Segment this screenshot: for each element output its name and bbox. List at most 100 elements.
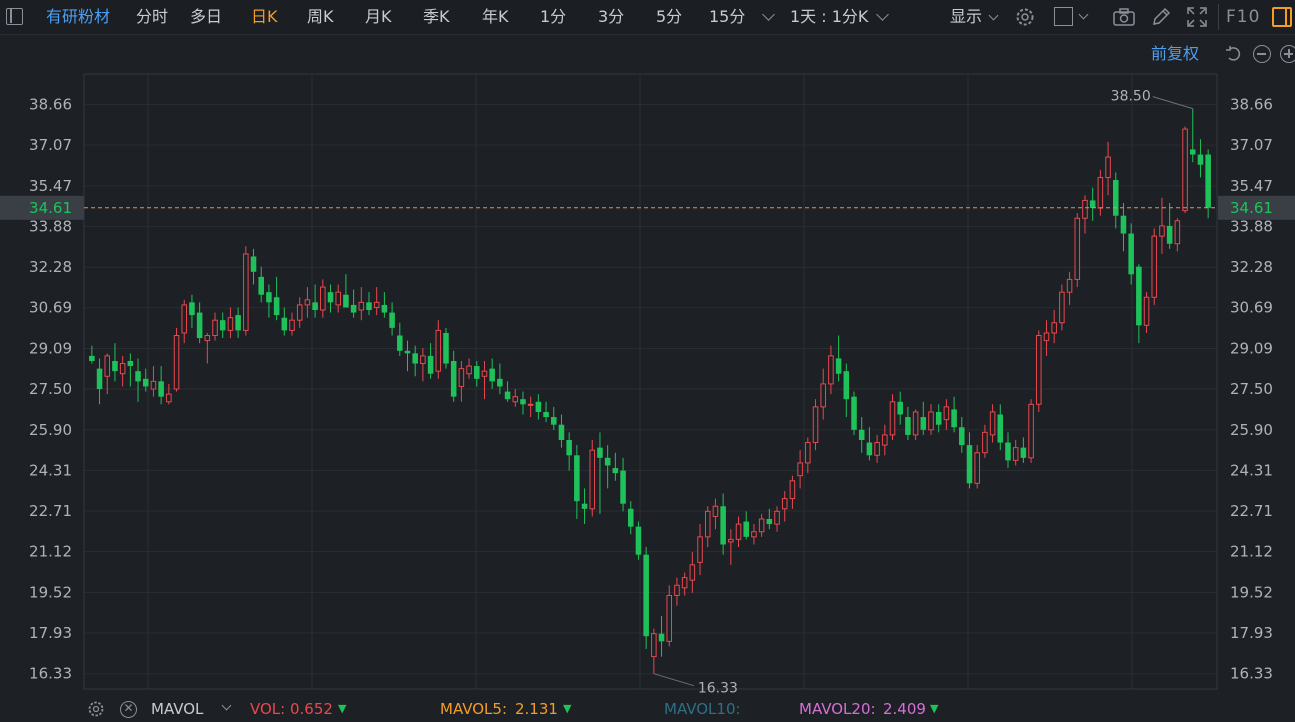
- candle-body: [789, 480, 796, 500]
- candle-body: [566, 439, 572, 456]
- y-tick-label-right: 37.07: [1230, 136, 1273, 154]
- f10-button[interactable]: F10: [1226, 0, 1260, 34]
- candle-body: [851, 396, 857, 430]
- kline-chart[interactable]: 38.66 38.66 37.07 37.07 35.47 35.47 33.88 33.88…: [0, 34, 1295, 696]
- period-tab[interactable]: 季K: [423, 0, 450, 34]
- fullscreen-icon[interactable]: [1186, 6, 1208, 28]
- y-tick-label-right: 19.52: [1230, 583, 1273, 601]
- candle-body: [443, 332, 449, 364]
- candle-body: [581, 503, 588, 509]
- period-tab[interactable]: 年K: [482, 0, 509, 34]
- display-button[interactable]: 显示: [950, 0, 982, 34]
- y-tick-label-right: 32.28: [1230, 258, 1273, 276]
- low-leader-line: [653, 673, 694, 687]
- down-arrow-icon: ▼: [338, 702, 347, 715]
- candle-body: [658, 633, 665, 642]
- period-tab[interactable]: 多日: [190, 0, 222, 34]
- stock-name[interactable]: 有研粉材: [46, 0, 110, 34]
- candle-body: [227, 317, 234, 331]
- square-icon[interactable]: [1054, 7, 1073, 26]
- candle-body: [381, 304, 388, 313]
- candle-body: [574, 455, 580, 502]
- candle-body: [1128, 233, 1134, 275]
- candle-body: [1174, 220, 1181, 245]
- chevron-down-icon[interactable]: [1078, 9, 1089, 20]
- candle-body: [535, 401, 542, 412]
- close-icon[interactable]: ✕: [120, 701, 137, 718]
- vol-value: 0.652: [290, 700, 333, 718]
- candle-body: [1028, 403, 1034, 459]
- chevron-down-icon[interactable]: [221, 700, 232, 711]
- y-tick-label-right: 35.47: [1230, 177, 1273, 195]
- candle-body: [1036, 334, 1042, 405]
- candle-body: [389, 312, 395, 328]
- current-price-label-left: 34.61: [29, 199, 72, 217]
- candle-body: [1051, 322, 1057, 334]
- sidebar-toggle-icon[interactable]: [6, 8, 23, 25]
- y-tick-label-left: 30.69: [29, 299, 72, 317]
- period-tab[interactable]: 1分: [540, 0, 566, 34]
- candle-body: [959, 427, 965, 446]
- y-tick-label-right: 24.31: [1230, 461, 1273, 479]
- y-tick-label-left: 29.09: [29, 339, 72, 357]
- y-tick-label-left: 27.50: [29, 380, 72, 398]
- pencil-icon[interactable]: [1150, 6, 1172, 28]
- interval-select[interactable]: 1天 : 1分K: [790, 0, 868, 34]
- high-price-label: 38.50: [1111, 89, 1151, 105]
- candle-body: [196, 312, 203, 339]
- candle-body: [466, 365, 472, 375]
- candle-body: [643, 554, 649, 637]
- candle-body: [651, 633, 657, 658]
- mavol5-label: MAVOL5:: [440, 700, 508, 718]
- candle-body: [489, 368, 495, 382]
- candle-body: [997, 414, 1004, 443]
- candle-body: [1066, 278, 1073, 293]
- period-tab[interactable]: 15分: [709, 0, 745, 34]
- gear-icon[interactable]: [1014, 6, 1036, 28]
- chevron-down-icon[interactable]: [762, 8, 775, 21]
- candle-body: [1166, 225, 1173, 244]
- mavol20-label: MAVOL20:: [799, 700, 876, 718]
- chart-toolbar: 有研粉材 分时 多日 日K 周K 月K 季K 年K 1分 3分 5分 15分 1天 : 1分K 显示…: [0, 0, 1295, 35]
- indicator-select[interactable]: MAVOL: [151, 696, 203, 719]
- y-tick-label-left: 16.33: [29, 665, 72, 683]
- period-tab[interactable]: 分时: [136, 0, 168, 34]
- candle-body: [612, 468, 619, 474]
- chevron-down-icon[interactable]: [876, 8, 889, 21]
- candle-body: [735, 523, 742, 540]
- candle-body: [1189, 149, 1196, 155]
- candle-body: [966, 445, 973, 484]
- chevron-down-icon[interactable]: [988, 10, 999, 21]
- candle-body: [142, 378, 149, 387]
- candle-body: [820, 383, 826, 408]
- candle-body: [774, 510, 780, 525]
- kline-chart-area[interactable]: 前复权 38.66 38.66 37.07 37.07 35.47 35.47 33.88 3…: [0, 34, 1295, 696]
- candle-body: [166, 393, 172, 403]
- candle-body: [543, 411, 549, 418]
- candle-body: [758, 518, 765, 533]
- candle-body: [928, 411, 934, 431]
- panel-toggle-icon[interactable]: [1272, 7, 1292, 27]
- period-tab[interactable]: 5分: [656, 0, 682, 34]
- candle-body: [96, 368, 103, 390]
- candle-body: [674, 584, 680, 596]
- y-tick-label-left: 17.93: [29, 624, 72, 642]
- candle-body: [450, 360, 457, 397]
- candle-body: [558, 424, 565, 440]
- period-tab[interactable]: 月K: [365, 0, 392, 34]
- period-tab[interactable]: 日K: [251, 0, 278, 34]
- candle-body: [296, 304, 303, 321]
- y-tick-label-left: 33.88: [29, 217, 72, 235]
- gear-icon[interactable]: [87, 700, 105, 718]
- candle-body: [343, 294, 349, 308]
- period-tab[interactable]: 3分: [598, 0, 624, 34]
- candle-body: [1089, 200, 1096, 209]
- candle-body: [527, 403, 534, 406]
- period-tab[interactable]: 周K: [307, 0, 334, 34]
- candle-body: [312, 302, 318, 311]
- camera-icon[interactable]: [1112, 6, 1136, 28]
- y-tick-label-left: 32.28: [29, 258, 72, 276]
- candle-body: [751, 531, 757, 538]
- y-tick-label-right: 17.93: [1230, 624, 1273, 642]
- current-price-label-right: 34.61: [1230, 199, 1273, 217]
